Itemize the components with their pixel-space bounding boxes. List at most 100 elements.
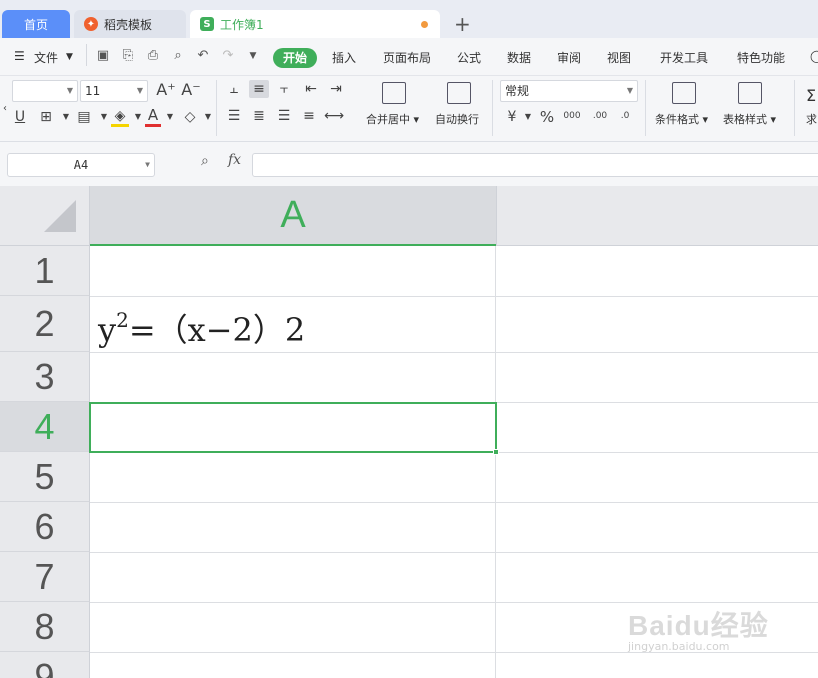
table-style-button[interactable]: 表格样式 ▾ xyxy=(723,111,776,127)
font-size-value: 11 xyxy=(85,84,101,98)
decrease-indent-icon[interactable]: ⇤ xyxy=(301,80,321,98)
table-style-icon[interactable] xyxy=(738,82,762,104)
name-box[interactable]: A4 ▼ xyxy=(7,153,155,177)
clear-format-icon[interactable]: ◇ xyxy=(180,108,200,126)
wrap-text-button[interactable]: 自动换行 xyxy=(435,111,479,127)
formula-input[interactable] xyxy=(252,153,818,177)
increase-decimal-icon[interactable]: .00 xyxy=(590,107,610,125)
align-left-icon[interactable]: ☰ xyxy=(224,107,244,125)
print-icon[interactable]: ⎙ xyxy=(146,49,160,63)
row-header-9[interactable]: 9 xyxy=(0,652,90,678)
menu-review[interactable]: 审阅 xyxy=(557,49,581,66)
align-bottom-icon[interactable]: ⫟ xyxy=(274,80,294,98)
select-all-corner[interactable] xyxy=(0,186,90,246)
row-header-3[interactable]: 3 xyxy=(0,352,90,402)
column-header-A[interactable]: A xyxy=(90,186,496,246)
new-tab-button[interactable]: + xyxy=(454,12,471,36)
distributed-align-icon[interactable]: ⟷ xyxy=(324,107,344,125)
selected-cell-A4[interactable] xyxy=(89,402,497,453)
gridline xyxy=(495,246,496,678)
row-header-7[interactable]: 7 xyxy=(0,552,90,602)
fill-handle[interactable] xyxy=(493,449,499,455)
cell-A2-superscript: 2 xyxy=(116,308,129,332)
menu-file[interactable]: 文件 xyxy=(34,49,58,66)
quick-access-more-icon[interactable]: ▼ xyxy=(246,49,260,63)
row-header-6[interactable]: 6 xyxy=(0,502,90,552)
row-header-8[interactable]: 8 xyxy=(0,602,90,652)
merge-center-button[interactable]: 合并居中 ▾ xyxy=(366,111,419,127)
menu-home-start[interactable]: 开始 xyxy=(273,48,317,68)
formula-bar: A4 ▼ xyxy=(0,142,818,186)
menu-developer[interactable]: 开发工具 xyxy=(660,49,708,66)
chevron-down-icon[interactable]: ▼ xyxy=(198,108,218,126)
name-box-value: A4 xyxy=(73,158,89,172)
menu-features[interactable]: 特色功能 xyxy=(737,49,785,66)
menu-divider xyxy=(86,44,87,66)
fill-color-icon[interactable]: ◈ xyxy=(110,107,130,125)
insert-function-button[interactable]: fx xyxy=(228,152,241,168)
align-right-icon[interactable]: ☰ xyxy=(274,107,294,125)
gridline xyxy=(90,552,818,553)
tab-home[interactable]: 首页 xyxy=(2,10,70,38)
font-name-select[interactable]: ▼ xyxy=(12,80,78,102)
hamburger-menu-icon[interactable]: ☰ xyxy=(14,49,25,63)
borders-icon[interactable]: ⊞ xyxy=(36,108,56,126)
thousands-separator-icon[interactable]: 000 xyxy=(562,107,582,125)
justify-icon[interactable]: ≡ xyxy=(299,107,319,125)
row-header-1[interactable]: 1 xyxy=(0,246,90,296)
sum-icon[interactable]: Σ xyxy=(806,86,816,105)
search-icon[interactable]: ◯ xyxy=(810,49,818,63)
conditional-format-button[interactable]: 条件格式 ▾ xyxy=(655,111,708,127)
undo-icon[interactable]: ↶ xyxy=(196,49,210,63)
underline-icon[interactable]: U xyxy=(10,108,30,126)
chevron-down-icon[interactable]: ▼ xyxy=(160,108,180,126)
menu-view[interactable]: 视图 xyxy=(607,49,631,66)
menu-insert[interactable]: 插入 xyxy=(332,49,356,66)
watermark-brand: Baidu经验 xyxy=(628,610,769,641)
percent-icon[interactable]: % xyxy=(537,108,557,126)
number-format-select[interactable]: 常规 ▼ xyxy=(500,80,638,102)
watermark-url: jingyan.baidu.com xyxy=(628,640,730,653)
cell-A2[interactable]: y2=（x−2）2 xyxy=(98,310,305,350)
row-header-5[interactable]: 5 xyxy=(0,452,90,502)
redo-icon[interactable]: ↷ xyxy=(221,49,235,63)
conditional-format-icon[interactable] xyxy=(672,82,696,104)
save-icon[interactable]: ▣ xyxy=(96,49,110,63)
font-color-swatch xyxy=(145,124,161,127)
chevron-down-icon[interactable]: ▼ xyxy=(66,52,73,62)
chevron-down-icon[interactable]: ▼ xyxy=(518,108,538,126)
ribbon-separator xyxy=(216,80,217,136)
gridline xyxy=(90,352,818,353)
increase-indent-icon[interactable]: ⇥ xyxy=(326,80,346,98)
merge-center-icon[interactable] xyxy=(382,82,406,104)
align-top-icon[interactable]: ⫠ xyxy=(224,80,244,98)
baidu-watermark: Baidu经验 jingyan.baidu.com xyxy=(624,600,784,660)
decrease-decimal-icon[interactable]: .0 xyxy=(615,107,635,125)
menu-formulas[interactable]: 公式 xyxy=(457,49,481,66)
ribbon-separator xyxy=(645,80,646,136)
menu-page-layout[interactable]: 页面布局 xyxy=(383,49,431,66)
tab-bar: 首页 ✦ 稻壳模板 S 工作簿1 + xyxy=(0,0,818,38)
tab-workbook-label: 工作簿1 xyxy=(220,17,264,32)
ribbon-scroll-left-icon[interactable]: ‹ xyxy=(0,100,10,118)
tab-template[interactable]: ✦ 稻壳模板 xyxy=(74,10,186,38)
chevron-down-icon[interactable]: ▼ xyxy=(56,108,76,126)
chevron-down-icon: ▼ xyxy=(626,86,633,95)
row-header-4[interactable]: 4 xyxy=(0,402,90,452)
zoom-search-icon[interactable]: ⌕ xyxy=(201,153,209,169)
sum-button[interactable]: 求 xyxy=(806,111,817,127)
print-preview-icon[interactable]: ⌕ xyxy=(171,49,185,63)
export-pdf-icon[interactable]: ⎘ xyxy=(121,49,135,63)
chevron-down-icon: ▼ xyxy=(145,160,150,169)
wrap-text-icon[interactable] xyxy=(447,82,471,104)
tab-workbook[interactable]: S 工作簿1 xyxy=(190,10,440,38)
row-header-2[interactable]: 2 xyxy=(0,296,90,352)
increase-font-size-icon[interactable]: A⁺ xyxy=(156,81,176,99)
align-center-icon[interactable]: ≣ xyxy=(249,107,269,125)
font-size-select[interactable]: 11 ▼ xyxy=(80,80,148,102)
decrease-font-size-icon[interactable]: A⁻ xyxy=(181,81,201,99)
column-header-B[interactable] xyxy=(496,186,818,246)
menu-data[interactable]: 数据 xyxy=(507,49,531,66)
align-middle-icon[interactable]: ≡ xyxy=(249,80,269,98)
cell-style-icon[interactable]: ▤ xyxy=(74,108,94,126)
